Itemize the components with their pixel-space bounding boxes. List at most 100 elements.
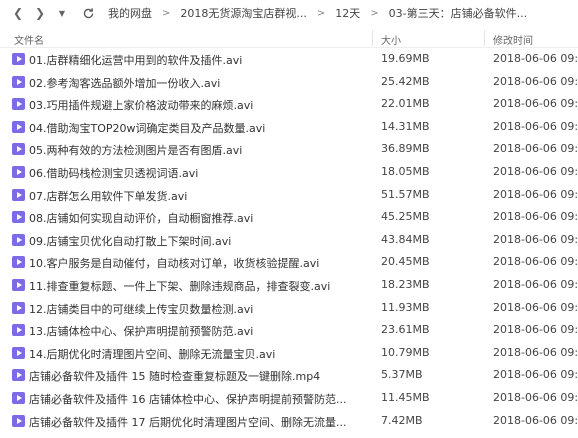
video-file-icon bbox=[12, 75, 25, 88]
refresh-icon[interactable] bbox=[78, 3, 98, 23]
file-size: 7.42MB bbox=[381, 413, 423, 427]
file-name: 07.店群怎么用软件下单发货.avi bbox=[29, 189, 188, 203]
file-date: 2018-06-06 09:1 bbox=[493, 52, 578, 65]
file-list-header: 文件名 大小 修改时间 bbox=[0, 30, 578, 48]
file-list: 01.店群精细化运营中用到的软件及插件.avi 19.69MB 2018-06-06… bbox=[0, 48, 578, 432]
video-file-icon bbox=[12, 369, 25, 382]
file-date: 2018-06-06 09:1 bbox=[493, 277, 578, 291]
breadcrumb-item[interactable]: 2018无货源淘宝店群视... bbox=[174, 5, 312, 21]
table-row[interactable]: 11.排查重复标题、一件上下架、删除违规商品，排查裂变.avi 18.23MB 20… bbox=[0, 274, 578, 297]
video-file-icon bbox=[12, 120, 25, 133]
file-name: 04.借助淘宝TOP20w词确定类目及产品数量.avi bbox=[29, 121, 266, 135]
file-date: 2018-06-06 09:1 bbox=[493, 164, 578, 178]
file-size: 11.93MB bbox=[381, 300, 430, 314]
file-size: 23.61MB bbox=[381, 323, 430, 337]
forward-arrow-icon[interactable]: ❯ bbox=[30, 3, 50, 23]
table-row[interactable]: 09.店铺宝贝优化自动打散上下架时间.avi 43.84MB 2018-06-06 … bbox=[0, 229, 578, 252]
chevron-right-icon: > bbox=[316, 7, 326, 19]
table-row[interactable]: 店铺必备软件及插件 17 后期优化时清理图片空间、删除无流量... 7.42MB 2… bbox=[0, 410, 578, 433]
breadcrumb-item-current[interactable]: 03-第三天：店铺必备软件... bbox=[383, 5, 533, 21]
file-size: 36.89MB bbox=[381, 142, 430, 156]
file-size: 10.79MB bbox=[381, 345, 430, 359]
file-date: 2018-06-06 09:1 bbox=[493, 390, 578, 404]
file-name: 08.店铺如何实现自动评价，自动橱窗推荐.avi bbox=[29, 212, 254, 226]
file-name: 12.店铺类目中的可继续上传宝贝数量检测.avi bbox=[29, 302, 254, 316]
table-row[interactable]: 01.店群精细化运营中用到的软件及插件.avi 19.69MB 2018-06-06… bbox=[0, 48, 578, 71]
table-row[interactable]: 04.借助淘宝TOP20w词确定类目及产品数量.avi 14.31MB 2018-0… bbox=[0, 116, 578, 139]
table-row[interactable]: 06.借助码栈检测宝贝透视词语.avi 18.05MB 2018-06-06 09:… bbox=[0, 161, 578, 184]
table-row[interactable]: 03.巧用插件规避上家价格波动带来的麻烦.avi 22.01MB 2018-06-0… bbox=[0, 93, 578, 116]
file-size: 43.84MB bbox=[381, 232, 430, 246]
file-date: 2018-06-06 09:1 bbox=[493, 74, 578, 88]
file-name: 店铺必备软件及插件 16 店铺体检中心、保护声明提前预警防范... bbox=[29, 392, 347, 406]
file-date: 2018-06-06 09:1 bbox=[493, 187, 578, 201]
file-name: 01.店群精细化运营中用到的软件及插件.avi bbox=[29, 54, 243, 67]
file-date: 2018-06-06 09:1 bbox=[493, 210, 578, 224]
file-name: 14.后期优化时清理图片空间、删除无流量宝贝.avi bbox=[29, 347, 276, 361]
file-date: 2018-06-06 09:1 bbox=[493, 323, 578, 337]
table-row[interactable]: 07.店群怎么用软件下单发货.avi 51.57MB 2018-06-06 09:1 bbox=[0, 184, 578, 207]
file-size: 11.45MB bbox=[381, 390, 430, 404]
file-size: 18.23MB bbox=[381, 277, 430, 291]
file-size: 22.01MB bbox=[381, 97, 430, 111]
video-file-icon bbox=[12, 53, 25, 65]
column-divider[interactable] bbox=[484, 30, 485, 46]
video-file-icon bbox=[12, 211, 25, 224]
file-size: 19.69MB bbox=[381, 52, 430, 65]
chevron-right-icon: > bbox=[162, 7, 171, 19]
table-row[interactable]: 14.后期优化时清理图片空间、删除无流量宝贝.avi 10.79MB 2018-06… bbox=[0, 342, 578, 365]
video-file-icon bbox=[12, 98, 25, 111]
table-row[interactable]: 店铺必备软件及插件 15 随时检查重复标题及一键删除.mp4 5.37MB 2018… bbox=[0, 364, 578, 387]
table-row[interactable]: 05.两种有效的方法检测图片是否有图盾.avi 36.89MB 2018-06-06… bbox=[0, 138, 578, 161]
back-arrow-icon[interactable]: ❮ bbox=[8, 3, 28, 23]
breadcrumb: 我的网盘 > 2018无货源淘宝店群视... > 12天 > 03-第三天：店铺… bbox=[102, 5, 533, 21]
file-size: 14.31MB bbox=[381, 119, 430, 133]
file-date: 2018-06-06 09:1 bbox=[493, 368, 578, 382]
video-file-icon bbox=[12, 324, 25, 337]
file-date: 2018-06-06 09:1 bbox=[493, 345, 578, 359]
chevron-right-icon: > bbox=[370, 7, 379, 19]
file-name: 09.店铺宝贝优化自动打散上下架时间.avi bbox=[29, 234, 232, 248]
video-file-icon bbox=[12, 165, 25, 178]
video-file-icon bbox=[12, 278, 25, 291]
table-row[interactable]: 10.客户服务是自动催付，自动核对订单，收货核验提醒.avi 20.45MB 201… bbox=[0, 251, 578, 274]
table-row[interactable]: 12.店铺类目中的可继续上传宝贝数量检测.avi 11.93MB 2018-06-0… bbox=[0, 297, 578, 320]
breadcrumb-item[interactable]: 12天 bbox=[329, 5, 366, 21]
file-name: 11.排查重复标题、一件上下架、删除违规商品，排查裂变.avi bbox=[29, 279, 331, 293]
column-divider[interactable] bbox=[372, 30, 373, 46]
file-date: 2018-06-06 09:1 bbox=[493, 232, 578, 246]
history-dropdown-icon[interactable]: ▼ bbox=[52, 3, 72, 23]
file-name: 13.店铺体检中心、保护声明提前预警防范.avi bbox=[29, 325, 254, 339]
table-row[interactable]: 08.店铺如何实现自动评价，自动橱窗推荐.avi 45.25MB 2018-06-0… bbox=[0, 206, 578, 229]
file-name: 店铺必备软件及插件 17 后期优化时清理图片空间、删除无流量... bbox=[29, 415, 347, 429]
video-file-icon bbox=[12, 414, 25, 427]
file-name: 店铺必备软件及插件 15 随时检查重复标题及一键删除.mp4 bbox=[29, 370, 321, 384]
video-file-icon bbox=[12, 391, 25, 404]
file-name: 03.巧用插件规避上家价格波动带来的麻烦.avi bbox=[29, 99, 254, 113]
file-size: 45.25MB bbox=[381, 210, 430, 224]
file-date: 2018-06-06 09:1 bbox=[493, 413, 578, 427]
file-size: 5.37MB bbox=[381, 368, 423, 382]
video-file-icon bbox=[12, 256, 25, 269]
video-file-icon bbox=[12, 301, 25, 314]
table-row[interactable]: 02.参考淘客选品额外增加一份收入.avi 25.42MB 2018-06-06 0… bbox=[0, 71, 578, 94]
file-date: 2018-06-06 09:1 bbox=[493, 300, 578, 314]
file-date: 2018-06-06 09:1 bbox=[493, 142, 578, 156]
toolbar: ❮ ❯ ▼ 我的网盘 > 2018无货源淘宝店群视... > 12天 > 03-… bbox=[0, 0, 578, 26]
video-file-icon bbox=[12, 233, 25, 246]
file-date: 2018-06-06 09:1 bbox=[493, 97, 578, 111]
table-row[interactable]: 13.店铺体检中心、保护声明提前预警防范.avi 23.61MB 2018-06-0… bbox=[0, 319, 578, 342]
column-header-date[interactable]: 修改时间 bbox=[493, 32, 533, 47]
file-name: 10.客户服务是自动催付，自动核对订单，收货核验提醒.avi bbox=[29, 257, 320, 271]
breadcrumb-item[interactable]: 我的网盘 bbox=[102, 5, 158, 21]
column-header-name[interactable]: 文件名 bbox=[14, 32, 44, 47]
column-header-size[interactable]: 大小 bbox=[381, 32, 401, 47]
video-file-icon bbox=[12, 188, 25, 201]
file-size: 25.42MB bbox=[381, 74, 430, 88]
file-date: 2018-06-06 09:1 bbox=[493, 255, 578, 269]
video-file-icon bbox=[12, 346, 25, 359]
file-name: 02.参考淘客选品额外增加一份收入.avi bbox=[29, 76, 221, 90]
table-row[interactable]: 店铺必备软件及插件 16 店铺体检中心、保护声明提前预警防范... 11.45MB… bbox=[0, 387, 578, 410]
file-size: 18.05MB bbox=[381, 164, 430, 178]
file-name: 06.借助码栈检测宝贝透视词语.avi bbox=[29, 166, 199, 180]
